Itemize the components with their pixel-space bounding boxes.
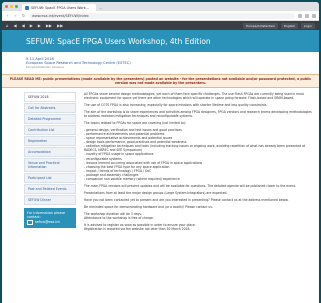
event-header: SEFUW: SpacE FPGA Users Workshop, 4th Ed…	[2, 30, 319, 52]
window-controls	[5, 5, 18, 8]
language-button[interactable]: English	[281, 22, 298, 29]
paragraph-12: Registration is required via the website…	[84, 227, 191, 232]
sidebar-item-contribution-list[interactable]: Contribution List	[24, 124, 76, 135]
contact-email-row[interactable]: sefuw@esa.int	[27, 219, 73, 225]
menu-icon[interactable]: ▶▶	[57, 23, 63, 28]
browser-window: SEFUW: SpacE FPGA Users Work... ... ‹ › …	[2, 2, 319, 303]
event-meta: 9-11 April 2018 European Space Research …	[2, 52, 319, 72]
maximize-window-button[interactable]	[15, 5, 18, 8]
browser-tab-new[interactable]: ...	[96, 4, 118, 11]
content-area: SEFUW 2018 Call for Abstracts Detailed P…	[2, 88, 319, 234]
sidebar-item-registration[interactable]: Registration	[24, 135, 76, 146]
contact-box: For information please contact: sefuw@es…	[24, 207, 76, 228]
paragraph-8: Be reminded space for demonstrating hard…	[84, 204, 213, 209]
tab-title: SEFUW: SpacE FPGA Users Work...	[31, 5, 89, 10]
timezone-button[interactable]: Europe/Amsterdam	[243, 22, 279, 29]
browser-tab-active[interactable]: SEFUW: SpacE FPGA Users Work...	[22, 4, 96, 11]
prev-event-icon[interactable]: ◀	[22, 23, 25, 28]
reload-icon[interactable]: ↻	[21, 13, 26, 18]
indico-toolbar: ⌂ ◀ ◀ ▶ ▶ ▶▶ ▶▶ Europe/Amsterdam English…	[2, 21, 319, 30]
toolbar-right: Europe/Amsterdam English Login	[243, 22, 315, 29]
close-window-button[interactable]	[5, 5, 8, 8]
tab-bar: SEFUW: SpacE FPGA Users Work... ...	[2, 2, 319, 11]
topic-item: - companion non volatile memory (where r…	[84, 176, 180, 181]
paragraph-6: Presentations from at least the major de…	[84, 190, 228, 195]
sidebar-item-venue[interactable]: Venue and Practical Information	[24, 157, 76, 172]
paragraph-4: The topics related to FPGAs for space ar…	[84, 121, 187, 126]
envelope-icon	[27, 219, 33, 225]
extension-icon-2[interactable]	[305, 13, 309, 18]
minimize-window-button[interactable]	[10, 5, 13, 8]
tab2-label: ...	[99, 5, 103, 10]
sidebar-item-accomodation[interactable]: Accomodation	[24, 146, 76, 157]
sidebar-item-call-for-abstracts[interactable]: Call for Abstracts	[24, 102, 76, 113]
sidebar: SEFUW 2018 Call for Abstracts Detailed P…	[24, 91, 76, 234]
paragraph-1: All FPGAs share several design methodolo…	[84, 91, 304, 100]
topics-list: - general design, verification and test …	[84, 128, 313, 181]
sidebar-item-sefuw-2018[interactable]: SEFUW 2018	[24, 91, 76, 102]
site-favicon-icon	[25, 5, 29, 10]
paragraph-10: Attendance to the workshop is free of ch…	[84, 216, 154, 221]
event-timezone: Europe/Amsterdam timezone	[26, 65, 64, 69]
sidebar-item-dinner[interactable]: SEFUW Dinner	[24, 194, 76, 205]
first-event-icon[interactable]: ◀	[14, 23, 17, 28]
url-input[interactable]: www.esa.int/event/SEFUW/index	[29, 12, 295, 19]
next-event-icon[interactable]: ▶	[38, 23, 41, 28]
paragraph-3: The aim of the workshop is to share expe…	[84, 110, 312, 119]
paragraph-2: The use of COTS FPGA is also increasing,…	[84, 102, 268, 107]
last-event-icon[interactable]: ▶▶	[46, 23, 52, 28]
notice-banner: PLEASE READ ME: public presentations (ma…	[2, 73, 319, 88]
extension-icon[interactable]	[298, 13, 302, 18]
sidebar-item-past-events[interactable]: Past and Related Events	[24, 183, 76, 194]
address-bar-row: ‹ › ↻ www.esa.int/event/SEFUW/index	[2, 11, 319, 21]
sidebar-item-programme[interactable]: Detailed Programme	[24, 113, 76, 124]
forward-icon[interactable]: ›	[13, 13, 18, 18]
profile-icon[interactable]	[312, 13, 316, 18]
main-description: All FPGAs share several design methodolo…	[84, 92, 313, 234]
home-icon[interactable]: ⌂	[6, 23, 9, 28]
contact-title: For information please contact:	[27, 210, 66, 219]
contact-email[interactable]: sefuw@esa.int	[35, 220, 60, 224]
login-button[interactable]: Login	[300, 22, 315, 29]
topic-item: - radiation mitigation techniques and to…	[84, 144, 306, 153]
paragraph-5: The main FPGA vendors will present updat…	[84, 183, 296, 188]
paragraph-7: Have you not been contacted yet to prese…	[84, 197, 289, 202]
sidebar-item-participant-list[interactable]: Participant List	[24, 172, 76, 183]
url-text: www.esa.int/event/SEFUW/index	[32, 13, 89, 18]
back-icon[interactable]: ‹	[5, 13, 10, 18]
page-title: SEFUW: SpacE FPGA Users Workshop, 4th Ed…	[26, 36, 211, 46]
up-icon[interactable]: ▶	[30, 23, 33, 28]
